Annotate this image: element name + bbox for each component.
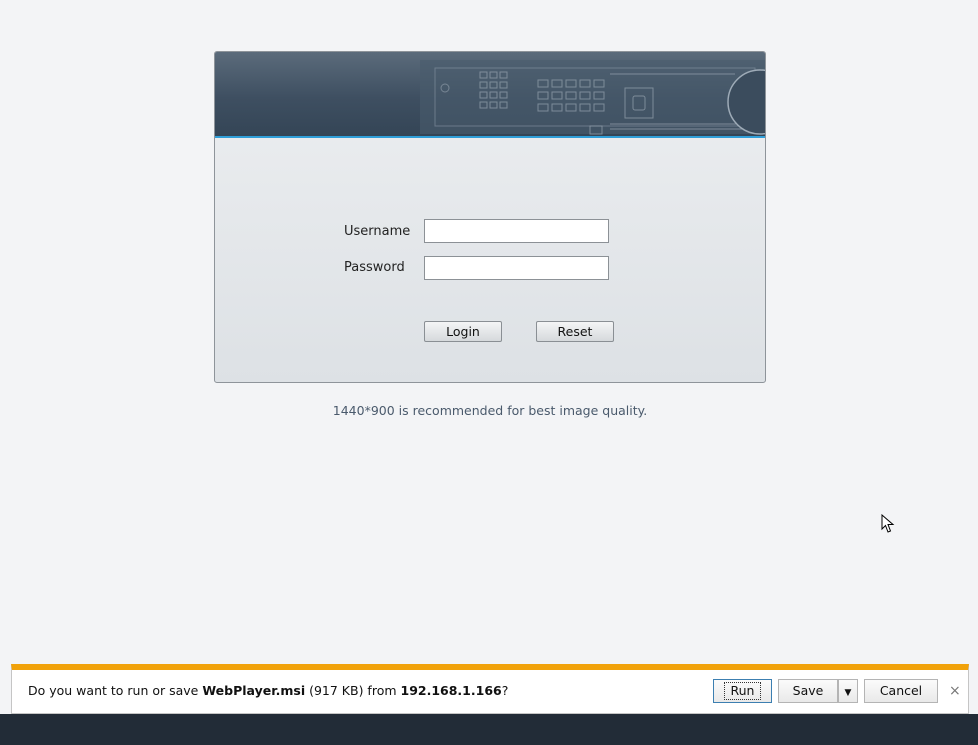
taskbar (0, 714, 978, 745)
save-options-button[interactable]: ▼ (838, 679, 858, 703)
dropdown-arrow-icon: ▼ (844, 688, 852, 698)
run-button-label: Run (723, 682, 762, 700)
download-message-suffix: ? (501, 683, 509, 698)
login-button[interactable]: Login (424, 321, 502, 342)
username-input[interactable] (424, 219, 609, 243)
device-banner (215, 52, 765, 138)
cancel-button[interactable]: Cancel (864, 679, 938, 703)
download-size: (917 KB) from (305, 683, 401, 698)
download-filename: WebPlayer.msi (202, 683, 306, 698)
reset-button[interactable]: Reset (536, 321, 614, 342)
download-notification-bar: Do you want to run or save WebPlayer.msi… (11, 664, 969, 714)
password-label: Password (344, 260, 405, 275)
dvr-device-graphic (420, 60, 765, 135)
download-host: 192.168.1.166 (400, 683, 502, 698)
mouse-cursor-icon (881, 514, 895, 533)
close-icon[interactable]: × (949, 683, 961, 699)
username-label: Username (344, 224, 411, 239)
download-message: Do you want to run or save WebPlayer.msi… (28, 683, 508, 698)
save-button[interactable]: Save (778, 679, 838, 703)
password-input[interactable] (424, 256, 609, 280)
resolution-hint: 1440*900 is recommended for best image q… (332, 403, 648, 418)
login-panel: Username Password Login Reset (214, 51, 766, 383)
download-message-prefix: Do you want to run or save (28, 683, 203, 698)
run-button[interactable]: Run (713, 679, 772, 703)
